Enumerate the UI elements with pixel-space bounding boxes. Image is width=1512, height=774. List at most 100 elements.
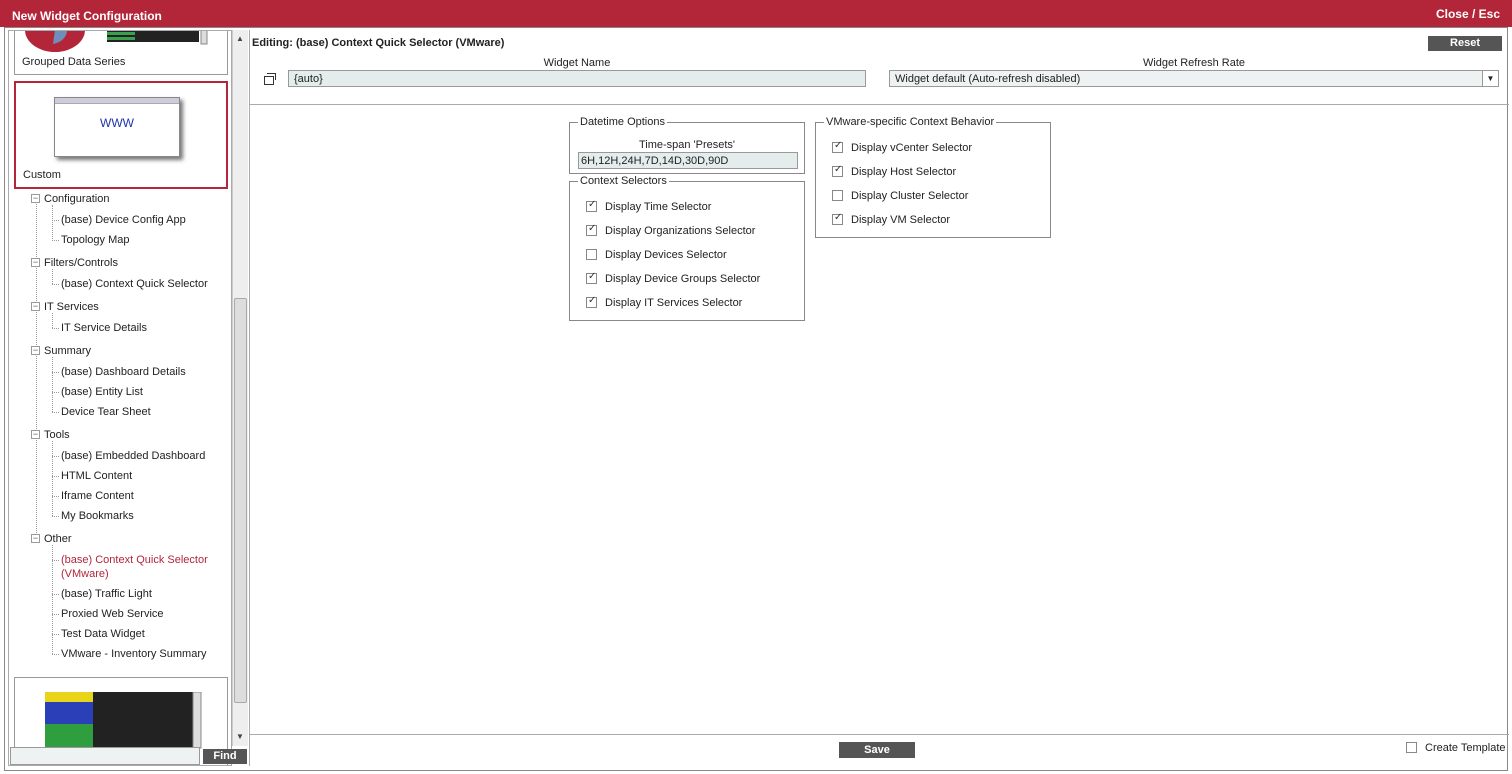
find-button[interactable]: Find <box>203 749 247 764</box>
expand-it-services-icon[interactable]: − <box>31 302 40 311</box>
tree-connector <box>52 516 59 517</box>
divider <box>250 104 1509 105</box>
expand-filters-controls-icon[interactable]: − <box>31 258 40 267</box>
checkbox-display-device-groups-selector[interactable]: Display Device Groups Selector <box>586 271 760 285</box>
tree-connector <box>52 372 59 373</box>
tree-item-vmware-inventory-summary[interactable]: VMware - Inventory Summary <box>61 648 206 660</box>
tree-category-configuration[interactable]: Configuration <box>44 193 109 205</box>
tree-category-filters-controls[interactable]: Filters/Controls <box>44 257 118 269</box>
vmware-behavior-legend: VMware-specific Context Behavior <box>826 116 995 128</box>
checkbox[interactable] <box>586 223 597 236</box>
checkbox-label: Display vCenter Selector <box>851 142 973 154</box>
checkbox-display-time-selector[interactable]: Display Time Selector <box>586 199 712 213</box>
checkbox[interactable] <box>586 271 597 284</box>
tree-item-iframe-content[interactable]: Iframe Content <box>61 490 134 502</box>
checkbox[interactable] <box>832 212 843 225</box>
checkbox[interactable] <box>586 249 597 260</box>
checkbox-display-organizations-selector[interactable]: Display Organizations Selector <box>586 223 755 237</box>
find-input[interactable] <box>10 747 200 765</box>
thumbnail-grouped-data-series[interactable]: Grouped Data Series <box>14 31 228 75</box>
widget-editor-panel: Editing: (base) Context Quick Selector (… <box>249 30 1509 766</box>
context-selectors-group: Context Selectors Display Time Selector … <box>569 175 805 321</box>
checkbox-display-it-services-selector[interactable]: Display IT Services Selector <box>586 295 743 309</box>
tree-item-embedded-dashboard[interactable]: (base) Embedded Dashboard <box>61 450 205 462</box>
checkbox[interactable] <box>832 140 843 153</box>
tree-connector <box>52 614 59 615</box>
expand-summary-icon[interactable]: − <box>31 346 40 355</box>
tree-item-dashboard-details[interactable]: (base) Dashboard Details <box>61 366 186 378</box>
checkbox-label: Display Cluster Selector <box>851 190 969 202</box>
tree-item-it-service-details[interactable]: IT Service Details <box>61 322 147 334</box>
divider <box>250 734 1509 735</box>
tree-category-other[interactable]: Other <box>44 533 72 545</box>
tree-connector <box>52 545 53 654</box>
tree-connector <box>52 560 59 561</box>
datetime-options-group: Datetime Options Time-span 'Presets' 6H,… <box>569 116 805 174</box>
checkbox-label: Display Host Selector <box>851 166 957 178</box>
tree-connector <box>36 201 37 541</box>
vmware-behavior-group: VMware-specific Context Behavior Display… <box>815 116 1051 238</box>
checkbox-label: Display VM Selector <box>851 214 951 226</box>
widget-name-label: Widget Name <box>543 57 611 69</box>
checkbox[interactable] <box>586 199 597 212</box>
checkbox-display-vcenter-selector[interactable]: Display vCenter Selector <box>832 140 973 154</box>
checkbox-label: Display IT Services Selector <box>605 297 743 309</box>
tree-connector <box>52 634 59 635</box>
widget-name-input[interactable]: {auto} <box>288 70 866 87</box>
checkbox-label: Display Time Selector <box>605 201 712 213</box>
thumbnail-custom[interactable]: WWW Custom <box>14 81 228 189</box>
checkbox-display-host-selector[interactable]: Display Host Selector <box>832 164 957 178</box>
expand-configuration-icon[interactable]: − <box>31 194 40 203</box>
popout-icon[interactable] <box>264 73 276 85</box>
presets-input[interactable]: 6H,12H,24H,7D,14D,30D,90D <box>578 152 798 169</box>
tree-connector <box>52 269 53 284</box>
save-button[interactable]: Save <box>839 742 915 758</box>
expand-other-icon[interactable]: − <box>31 534 40 543</box>
refresh-rate-value: Widget default (Auto-refresh disabled) <box>895 73 1081 85</box>
tree-item-html-content[interactable]: HTML Content <box>61 470 132 482</box>
tree-item-topology-map[interactable]: Topology Map <box>61 234 130 246</box>
sidebar-scrollbar[interactable]: ▲ ▼ <box>232 30 248 746</box>
tree-item-traffic-light[interactable]: (base) Traffic Light <box>61 588 152 600</box>
tree-connector <box>52 328 59 329</box>
tree-item-proxied-web-service[interactable]: Proxied Web Service <box>61 608 164 620</box>
checkbox-display-cluster-selector[interactable]: Display Cluster Selector <box>832 190 968 202</box>
scrollbar-thumb[interactable] <box>234 298 247 703</box>
checkbox-display-devices-selector[interactable]: Display Devices Selector <box>586 249 727 261</box>
tree-category-it-services[interactable]: IT Services <box>44 301 99 313</box>
checkbox[interactable] <box>586 295 597 308</box>
tree-connector <box>52 441 53 516</box>
reset-button[interactable]: Reset <box>1428 36 1502 51</box>
create-template-checkbox[interactable]: Create Template <box>1406 742 1506 754</box>
tree-item-device-config-app[interactable]: (base) Device Config App <box>61 214 186 226</box>
checkbox[interactable] <box>1406 742 1417 753</box>
refresh-rate-select[interactable]: Widget default (Auto-refresh disabled) ▼ <box>889 70 1499 87</box>
tree-connector <box>52 594 59 595</box>
tree-category-tools[interactable]: Tools <box>44 429 70 441</box>
tree-item-context-quick-selector-vmware[interactable]: (base) Context Quick Selector <box>61 554 208 566</box>
create-template-label: Create Template <box>1425 742 1506 754</box>
checkbox[interactable] <box>832 190 843 201</box>
tree-connector <box>52 313 53 328</box>
scroll-up-icon[interactable]: ▲ <box>236 34 244 43</box>
checkbox[interactable] <box>832 164 843 177</box>
close-button[interactable]: Close / Esc <box>1436 7 1500 21</box>
datetime-options-legend: Datetime Options <box>580 116 665 128</box>
checkbox-display-vm-selector[interactable]: Display VM Selector <box>832 212 951 226</box>
expand-tools-icon[interactable]: − <box>31 430 40 439</box>
checkbox-label: Display Devices Selector <box>605 249 727 261</box>
chevron-down-icon[interactable]: ▼ <box>1482 71 1498 86</box>
tree-connector <box>52 476 59 477</box>
tree-item-context-quick-selector-vmware-line2[interactable]: (VMware) <box>61 568 109 580</box>
custom-preview: WWW <box>54 97 180 157</box>
tree-connector <box>52 284 59 285</box>
tree-item-test-data-widget[interactable]: Test Data Widget <box>61 628 145 640</box>
tree-item-device-tear-sheet[interactable]: Device Tear Sheet <box>61 406 151 418</box>
tree-item-context-quick-selector[interactable]: (base) Context Quick Selector <box>61 278 208 290</box>
thumbnail-label: Custom <box>23 169 61 181</box>
tree-category-summary[interactable]: Summary <box>44 345 91 357</box>
tree-item-entity-list[interactable]: (base) Entity List <box>61 386 143 398</box>
window-title: New Widget Configuration <box>12 9 162 23</box>
scroll-down-icon[interactable]: ▼ <box>236 732 244 741</box>
tree-item-my-bookmarks[interactable]: My Bookmarks <box>61 510 134 522</box>
